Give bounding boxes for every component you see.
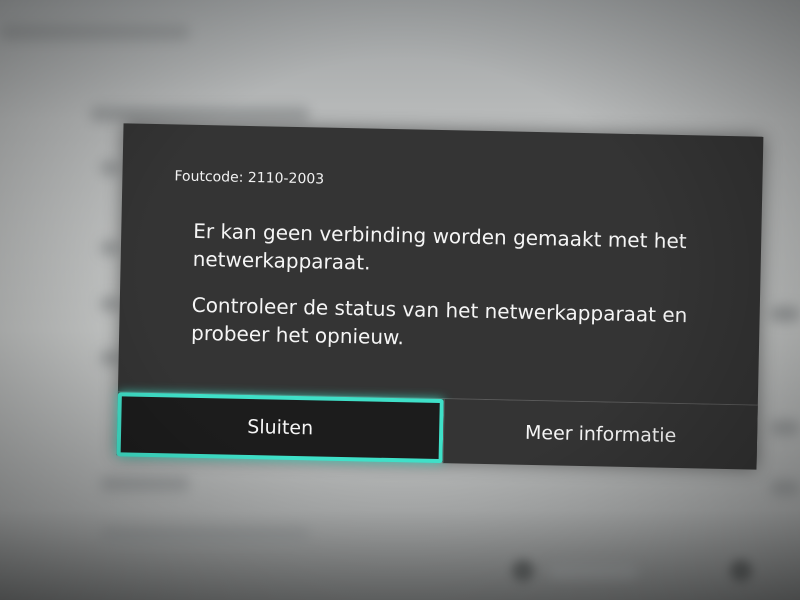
background-menu-item-blur: [770, 306, 800, 322]
background-menu-item-blur: [770, 480, 800, 496]
console-screen: Foutcode: 2110-2003 Er kan geen verbindi…: [0, 0, 800, 600]
error-code-label: Foutcode: 2110-2003: [174, 168, 325, 188]
error-message: Er kan geen verbinding worden gemaakt me…: [192, 218, 687, 275]
background-menu-item-blur: [100, 350, 120, 366]
background-menu-item-blur: [100, 160, 120, 176]
dialog-button-row: Sluiten Meer informatie: [116, 391, 758, 470]
background-menu-item-blur: [770, 420, 800, 436]
background-menu-item-blur: [90, 106, 310, 122]
background-button-icon: [512, 560, 534, 582]
background-menu-item-blur: [100, 528, 310, 544]
close-button[interactable]: Sluiten: [116, 392, 444, 464]
more-info-button[interactable]: Meer informatie: [442, 399, 758, 470]
background-button-icon: [730, 560, 752, 582]
background-menu-item-blur: [100, 296, 120, 312]
error-dialog: Foutcode: 2110-2003 Er kan geen verbindi…: [116, 123, 764, 470]
background-footer-blur: [548, 562, 638, 578]
background-title-blur: [0, 24, 190, 40]
background-menu-item-blur: [100, 476, 190, 492]
error-instruction: Controleer de status van het netwerkappa…: [190, 292, 688, 350]
background-menu-item-blur: [100, 240, 120, 256]
